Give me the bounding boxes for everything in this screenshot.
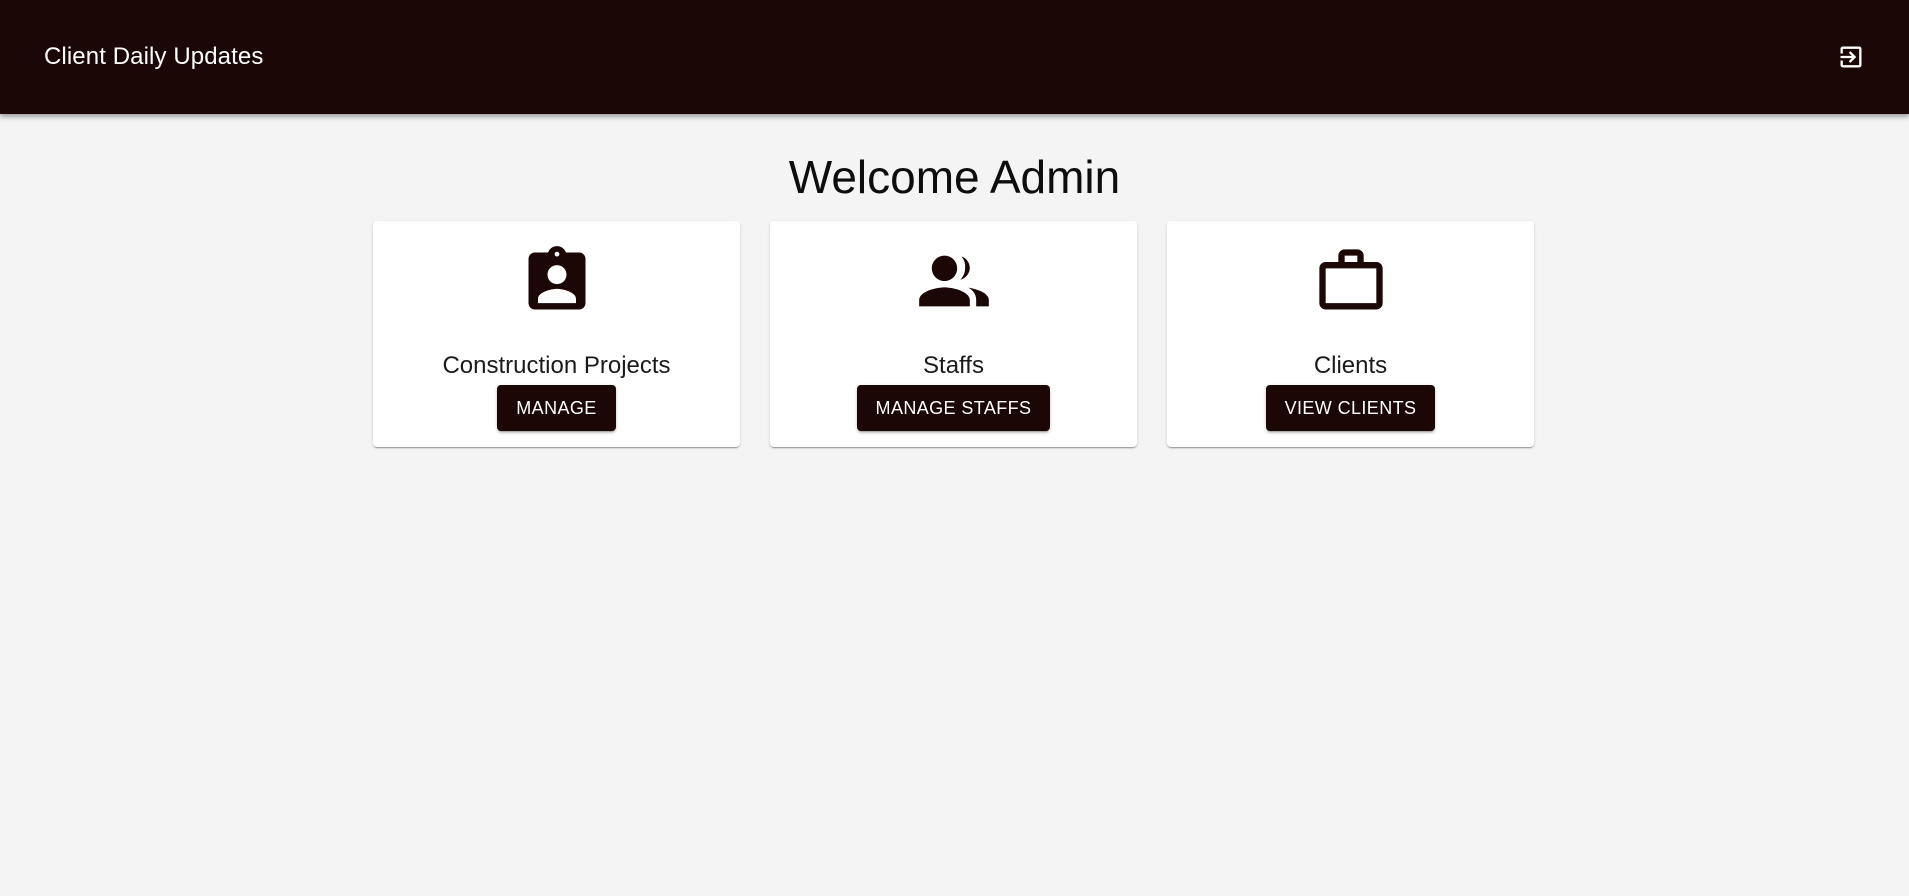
app-bar: Client Daily Updates: [0, 0, 1909, 114]
card-title: Staffs: [923, 352, 984, 379]
card-staffs: Staffs MANAGE STAFFS: [770, 221, 1137, 447]
logout-button[interactable]: [1827, 33, 1875, 81]
dashboard-cards: Construction Projects MANAGE Staffs MANA…: [373, 221, 1534, 447]
card-clients: Clients VIEW CLIENTS: [1167, 221, 1534, 447]
people-icon: [916, 243, 992, 319]
manage-button[interactable]: MANAGE: [497, 385, 616, 431]
view-clients-button[interactable]: VIEW CLIENTS: [1265, 385, 1436, 431]
briefcase-icon: [1313, 243, 1389, 319]
app-title: Client Daily Updates: [44, 43, 264, 70]
logout-icon: [1840, 46, 1862, 68]
manage-staffs-button[interactable]: MANAGE STAFFS: [856, 385, 1051, 431]
contact-badge-icon: [519, 243, 595, 319]
card-construction-projects: Construction Projects MANAGE: [373, 221, 740, 447]
card-title: Clients: [1313, 352, 1388, 379]
page-title: Welcome Admin: [788, 151, 1121, 203]
card-title: Construction Projects: [442, 352, 671, 379]
